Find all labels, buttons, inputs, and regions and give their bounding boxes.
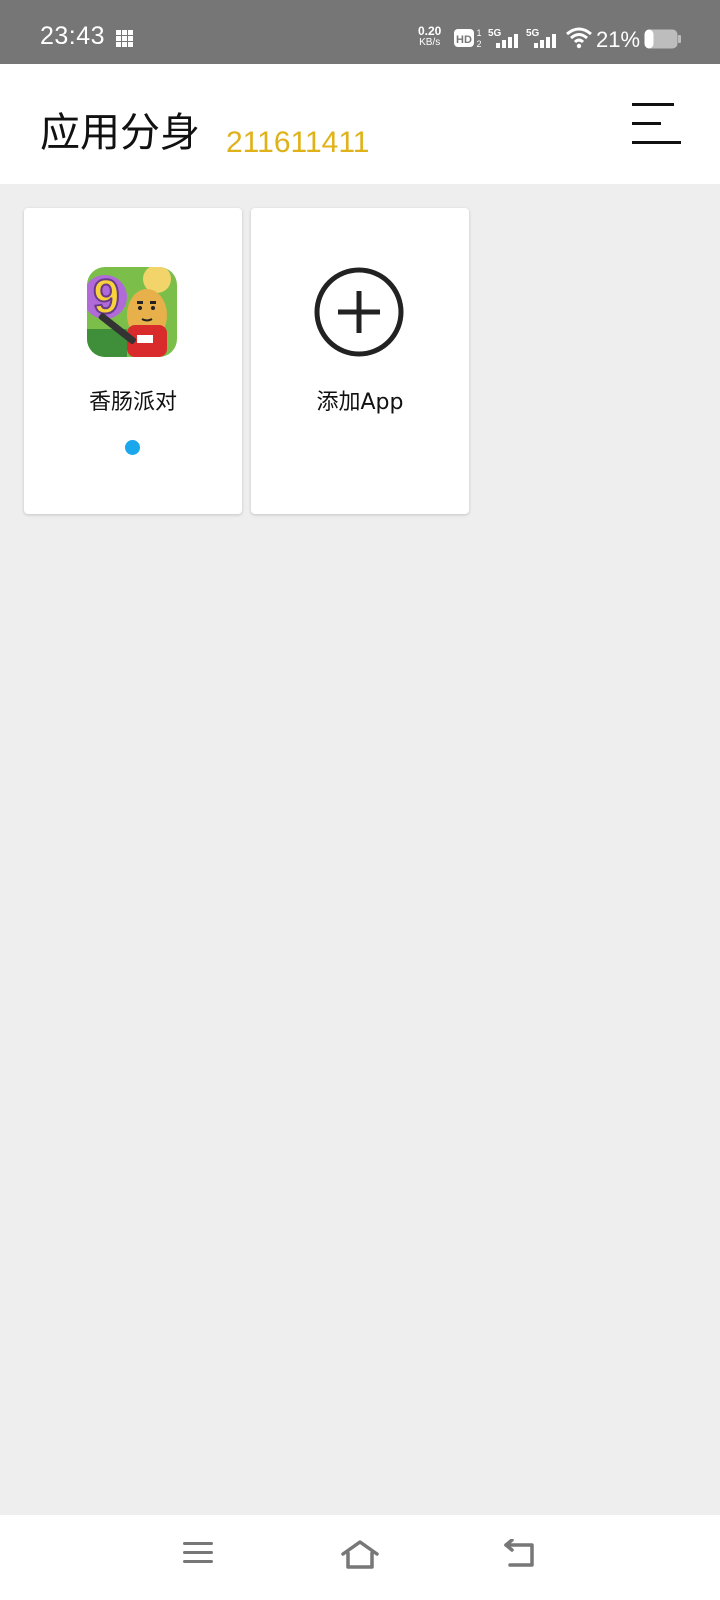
menu-button[interactable] [632, 100, 684, 148]
svg-text:1: 1 [476, 28, 481, 38]
signal-icon: 5G [488, 28, 518, 48]
account-number: 211611411 [226, 126, 370, 159]
status-indicators: 0.20 KB/s HD 1 2 5G 5G 21% [400, 0, 720, 64]
app-label: 香肠派对 [88, 390, 177, 415]
add-circle-icon [314, 267, 404, 357]
sausage-party-app-icon: 9 [87, 267, 177, 357]
recent-apps-icon [183, 1542, 213, 1563]
battery-percent: 21% [596, 27, 641, 52]
app-header: 应用分身 211611411 [0, 64, 720, 184]
network-type-label: 5G [488, 28, 502, 39]
svg-text:HD: HD [456, 34, 472, 46]
status-bar: 23:43 0.20 KB/s HD 1 2 5G 5G 21% [0, 0, 720, 64]
running-indicator-dot [125, 440, 140, 455]
hd-icon: HD 1 2 [454, 28, 482, 49]
back-button[interactable] [502, 1538, 538, 1573]
back-icon [504, 1538, 534, 1567]
network-type-label: 5G [526, 28, 540, 39]
system-nav-bar [0, 1515, 720, 1600]
add-app-card[interactable]: 添加App [251, 208, 469, 514]
signal-icon: 5G [526, 28, 556, 48]
page-title: 应用分身 [40, 110, 200, 156]
battery-icon [644, 29, 681, 49]
network-speed: 0.20 KB/s [418, 24, 442, 48]
svg-text:2: 2 [476, 39, 481, 49]
home-button[interactable] [340, 1539, 380, 1575]
network-speed-value: 0.20 [418, 24, 442, 38]
wifi-icon [566, 27, 592, 49]
status-time: 23:43 [40, 22, 106, 50]
recent-apps-button[interactable] [182, 1539, 214, 1571]
add-app-label: 添加App [316, 390, 404, 415]
menu-icon [632, 103, 681, 144]
app-card-sausage-party[interactable]: 9 香肠派对 [24, 208, 242, 514]
network-speed-unit: KB/s [419, 37, 441, 48]
home-icon [341, 1540, 379, 1569]
grid-icon [116, 30, 133, 47]
